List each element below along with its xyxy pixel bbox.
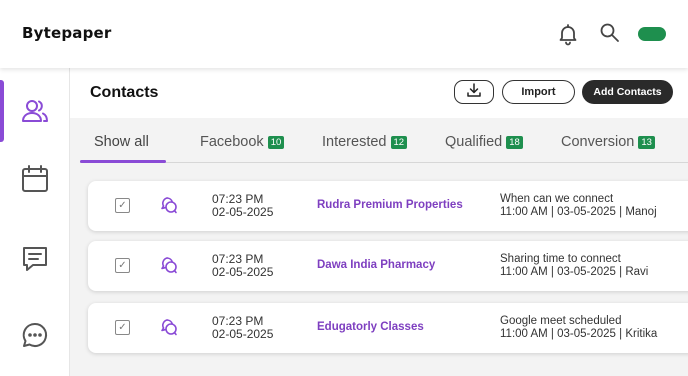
contacts-header: Contacts Import Add Contacts <box>70 68 688 118</box>
company-link[interactable]: Edugatorly Classes <box>317 321 424 333</box>
add-contacts-button[interactable]: Add Contacts <box>582 80 673 104</box>
row-checkbox[interactable]: ✓ <box>115 258 130 273</box>
date-text: 02-05-2025 <box>212 205 274 219</box>
tab-label: Show all <box>94 134 149 150</box>
page-title: Contacts <box>90 84 159 101</box>
chat-icon[interactable] <box>159 317 179 337</box>
download-button[interactable] <box>454 80 494 104</box>
contact-time: 07:23 PM 02-05-2025 <box>212 253 273 279</box>
chat-bubble-icon[interactable] <box>20 320 50 350</box>
note-meta: 11:00 AM | 03-05-2025 | Manoj <box>500 206 657 218</box>
row-checkbox[interactable]: ✓ <box>115 320 130 335</box>
date-text: 02-05-2025 <box>212 327 274 341</box>
company-link[interactable]: Dawa India Pharmacy <box>317 259 435 271</box>
company-link[interactable]: Rudra Premium Properties <box>317 199 463 211</box>
note-meta: 11:00 AM | 03-05-2025 | Ravi <box>500 266 649 278</box>
count-badge: 12 <box>390 135 408 149</box>
message-square-icon[interactable] <box>20 244 50 274</box>
sidebar-active-indicator <box>0 80 4 142</box>
note-meta: 11:00 AM | 03-05-2025 | Kritika <box>500 328 658 340</box>
tab-show-all[interactable]: Show all <box>94 132 149 152</box>
note-text: When can we connect <box>500 193 614 205</box>
active-tab-underline <box>80 160 166 163</box>
count-badge: 13 <box>638 135 655 149</box>
count-badge: 18 <box>506 135 523 149</box>
tab-facebook[interactable]: Facebook 10 <box>200 132 285 152</box>
sidebar <box>0 68 70 376</box>
brand-logo[interactable]: Bytepaper <box>22 24 112 42</box>
top-bar: Bytepaper <box>0 0 688 68</box>
date-text: 02-05-2025 <box>212 265 274 279</box>
tab-interested[interactable]: Interested 12 <box>322 132 408 152</box>
calendar-icon[interactable] <box>20 164 50 194</box>
contact-filter-tabs: Show all Facebook 10 Interested 12 Quali… <box>80 118 688 163</box>
note-text: Google meet scheduled <box>500 315 622 327</box>
note-text: Sharing time to connect <box>500 253 621 265</box>
table-row[interactable]: ✓ 07:23 PM 02-05-2025 Rudra Premium Prop… <box>88 181 688 231</box>
bell-icon[interactable] <box>556 22 580 46</box>
tab-label: Conversion <box>561 134 635 150</box>
contact-time: 07:23 PM 02-05-2025 <box>212 315 273 341</box>
tab-qualified[interactable]: Qualified 18 <box>445 132 523 152</box>
chat-icon[interactable] <box>159 195 179 215</box>
users-icon[interactable] <box>20 96 50 126</box>
status-toggle[interactable] <box>638 27 666 41</box>
contact-note: Sharing time to connect 11:00 AM | 03-05… <box>500 253 648 279</box>
contact-note: When can we connect 11:00 AM | 03-05-202… <box>500 193 657 219</box>
row-checkbox[interactable]: ✓ <box>115 198 130 213</box>
import-button[interactable]: Import <box>502 80 575 104</box>
contact-note: Google meet scheduled 11:00 AM | 03-05-2… <box>500 315 657 341</box>
tab-label: Qualified <box>445 134 503 150</box>
download-icon <box>466 82 482 103</box>
table-row[interactable]: ✓ 07:23 PM 02-05-2025 Edugatorly Classes… <box>88 303 688 353</box>
tab-label: Facebook <box>200 134 264 150</box>
count-badge: 10 <box>267 135 285 149</box>
tab-label: Interested <box>322 134 387 150</box>
contact-time: 07:23 PM 02-05-2025 <box>212 193 273 219</box>
chat-icon[interactable] <box>159 255 179 275</box>
table-row[interactable]: ✓ 07:23 PM 02-05-2025 Dawa India Pharmac… <box>88 241 688 291</box>
search-icon[interactable] <box>598 21 622 45</box>
tab-conversion[interactable]: Conversion 13 <box>561 132 655 152</box>
